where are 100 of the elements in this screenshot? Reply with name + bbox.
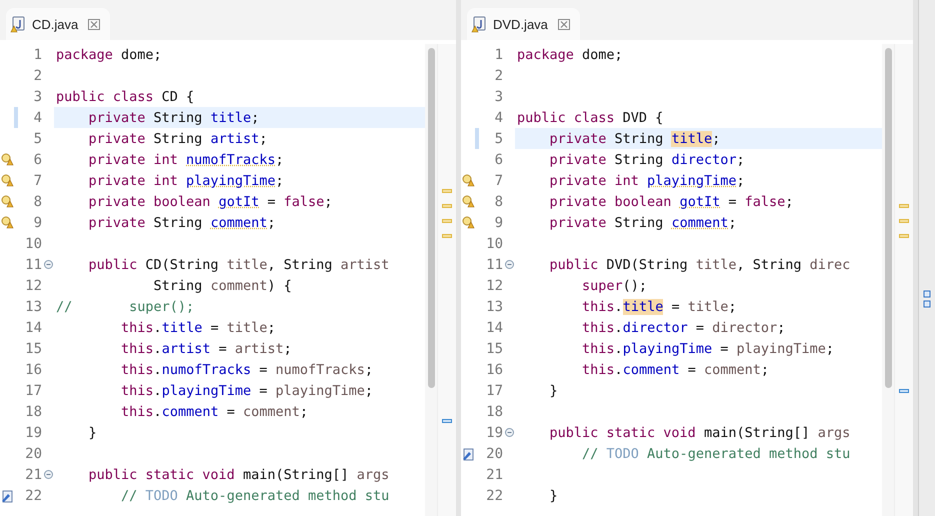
- line-number: 7: [494, 172, 503, 188]
- code-line: private boolean gotIt = false;: [548, 194, 794, 210]
- lightbulb-warning-icon[interactable]: [0, 174, 14, 187]
- collapse-icon[interactable]: [504, 260, 514, 269]
- line-number: 22: [485, 488, 503, 504]
- line-number: 5: [32, 130, 42, 146]
- code-line: private String title;: [548, 130, 720, 146]
- code-line: private String director;: [548, 152, 745, 168]
- line-number: 16: [24, 362, 42, 378]
- lightbulb-warning-icon[interactable]: [0, 195, 14, 208]
- line-number: 5: [494, 130, 503, 146]
- scrollbar-thumb[interactable]: [428, 48, 435, 388]
- clipboard-pencil-icon[interactable]: [0, 488, 14, 502]
- line-number: 20: [24, 446, 42, 462]
- code-line: public class CD {: [56, 88, 194, 104]
- code-line: this.artist = artist;: [120, 340, 292, 356]
- lightbulb-warning-icon[interactable]: [0, 153, 14, 166]
- line-number: 17: [485, 382, 503, 398]
- line-number: 9: [494, 214, 503, 230]
- code-line: public CD(String title, String artist: [88, 256, 390, 272]
- line-number: 20: [485, 446, 503, 462]
- line-number: 6: [494, 152, 503, 168]
- code-line: private int playingTime;: [548, 172, 745, 188]
- code-line: public static void main(String[] args: [548, 424, 850, 440]
- editor-tab[interactable]: CD.java: [6, 8, 110, 40]
- line-number: 14: [485, 320, 503, 336]
- line-number: 18: [24, 404, 42, 420]
- code-line: // TODO Auto-generated method stu: [581, 446, 850, 462]
- task-mark[interactable]: [899, 389, 909, 393]
- lightbulb-warning-icon[interactable]: [462, 174, 474, 187]
- collapse-icon[interactable]: [44, 470, 52, 479]
- line-number: 7: [32, 172, 42, 188]
- line-number: 13: [24, 298, 42, 314]
- line-number: 8: [32, 194, 42, 210]
- editor-tab[interactable]: DVD.java: [467, 8, 580, 40]
- code-line: public DVD(String title, String direc: [548, 256, 850, 272]
- code-line: this.numofTracks = numofTracks;: [120, 362, 374, 378]
- java-file-icon: [10, 16, 26, 32]
- code-line: this.playingTime = playingTime;: [120, 382, 374, 398]
- line-number: 2: [494, 68, 503, 84]
- code-line: this.director = director;: [581, 320, 786, 336]
- code-line: }: [548, 382, 558, 398]
- line-number: 19: [485, 424, 503, 440]
- line-number: 16: [485, 362, 503, 378]
- code-line: package dome;: [517, 46, 623, 62]
- line-number: 14: [24, 320, 42, 336]
- lightbulb-warning-icon[interactable]: [462, 216, 474, 229]
- code-line: private String comment;: [88, 214, 276, 230]
- code-line: // super();: [56, 298, 194, 314]
- code-line: this.playingTime = playingTime;: [581, 340, 834, 356]
- collapse-icon[interactable]: [504, 428, 514, 437]
- line-number: 18: [485, 404, 503, 420]
- line-number: 1: [32, 46, 42, 62]
- lightbulb-warning-icon[interactable]: [0, 216, 14, 229]
- line-number: 22: [24, 488, 42, 504]
- line-number: 17: [24, 382, 42, 398]
- line-number: 13: [485, 298, 503, 314]
- line-number: 15: [24, 340, 42, 356]
- line-number: 1: [494, 46, 503, 62]
- java-file-icon: [471, 16, 487, 32]
- line-number: 6: [32, 152, 42, 168]
- code-line: private boolean gotIt = false;: [88, 194, 332, 210]
- line-number: 8: [494, 194, 503, 210]
- code-line: public static void main(String[] args: [88, 466, 390, 482]
- code-line: }: [548, 488, 558, 504]
- task-mark[interactable]: [442, 419, 452, 423]
- code-line: private int playingTime;: [88, 172, 284, 188]
- code-line: this.title = title;: [581, 298, 736, 314]
- close-icon[interactable]: [558, 18, 570, 30]
- line-number: 3: [32, 88, 42, 104]
- code-line: // TODO Auto-generated method stu: [120, 488, 390, 504]
- line-number: 11: [24, 256, 42, 272]
- line-number: 21: [485, 466, 503, 482]
- clipboard-pencil-icon[interactable]: [462, 446, 474, 460]
- code-line: }: [88, 424, 97, 440]
- code-line: super();: [581, 278, 648, 294]
- code-line: String comment) {: [152, 278, 292, 294]
- line-number: 3: [494, 88, 503, 104]
- code-line: public class DVD {: [517, 110, 664, 126]
- line-number: 11: [485, 256, 503, 272]
- line-number: 10: [24, 236, 42, 252]
- code-line: private String artist;: [88, 130, 268, 146]
- line-number: 4: [494, 110, 503, 126]
- lightbulb-warning-icon[interactable]: [462, 195, 474, 208]
- collapse-icon[interactable]: [44, 260, 52, 269]
- line-number: 2: [32, 68, 42, 84]
- scrollbar-thumb[interactable]: [885, 48, 892, 388]
- code-line: package dome;: [56, 46, 162, 62]
- line-number: 19: [24, 424, 42, 440]
- code-line: private int numofTracks;: [88, 152, 284, 168]
- line-number: 9: [32, 214, 42, 230]
- line-number: 21: [24, 466, 42, 482]
- code-line: this.comment = comment;: [581, 362, 770, 378]
- close-icon[interactable]: [88, 18, 100, 30]
- code-line: this.title = title;: [120, 320, 276, 336]
- code-line: private String title;: [88, 110, 260, 126]
- line-number: 12: [485, 278, 503, 294]
- line-number: 4: [32, 110, 42, 126]
- code-line: this.comment = comment;: [120, 404, 308, 420]
- line-number: 15: [485, 340, 503, 356]
